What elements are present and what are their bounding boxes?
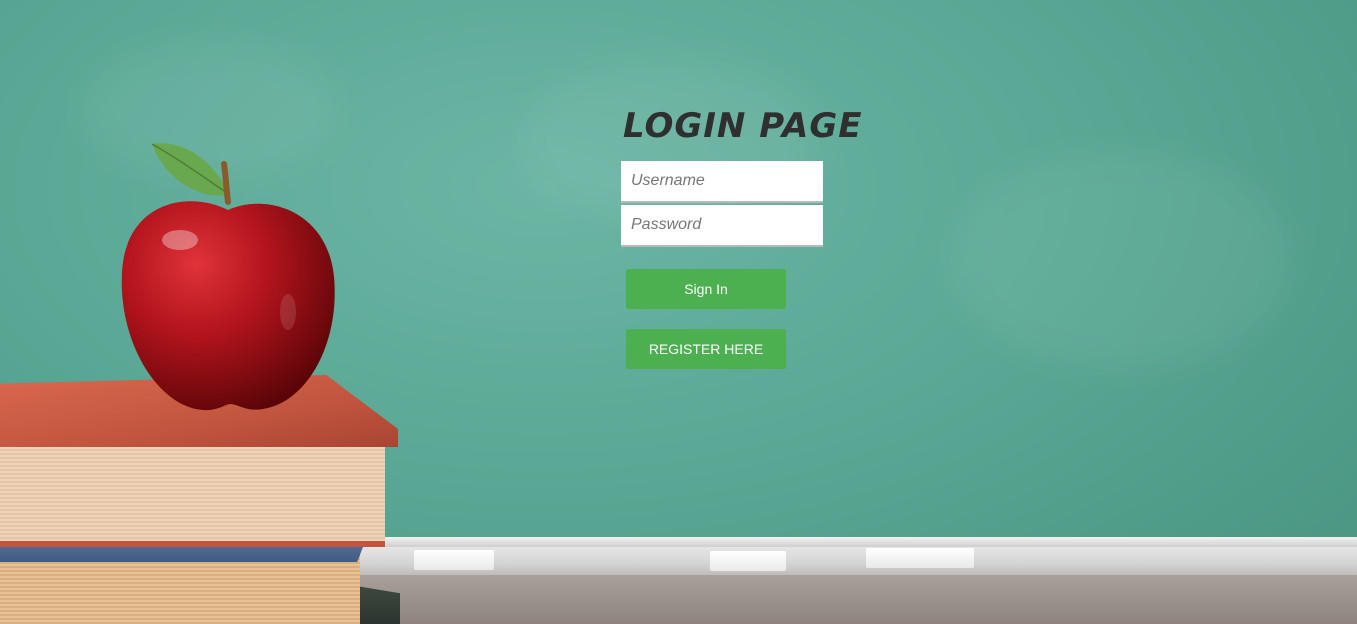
chalk-tray-front [360, 575, 1357, 624]
chalk-tray-rim [360, 537, 1357, 547]
sign-in-button[interactable]: Sign In [626, 269, 786, 309]
chalk-stick [414, 550, 494, 570]
chalkboard-background: LOGIN PAGE Sign In REGISTER HERE [0, 0, 1357, 624]
chalk-stick [710, 551, 786, 571]
book-top-pages [0, 440, 385, 547]
username-input[interactable] [621, 161, 823, 203]
chalk-tray [360, 547, 1357, 575]
page-title: LOGIN PAGE [623, 106, 863, 146]
register-button[interactable]: REGISTER HERE [626, 329, 786, 369]
apple-icon [121, 201, 335, 411]
chalk-stick [866, 548, 974, 568]
apple-leaf-icon [151, 143, 231, 205]
chalk-smudge [950, 150, 1290, 370]
book-middle-pages [0, 556, 360, 624]
password-input[interactable] [621, 205, 823, 247]
